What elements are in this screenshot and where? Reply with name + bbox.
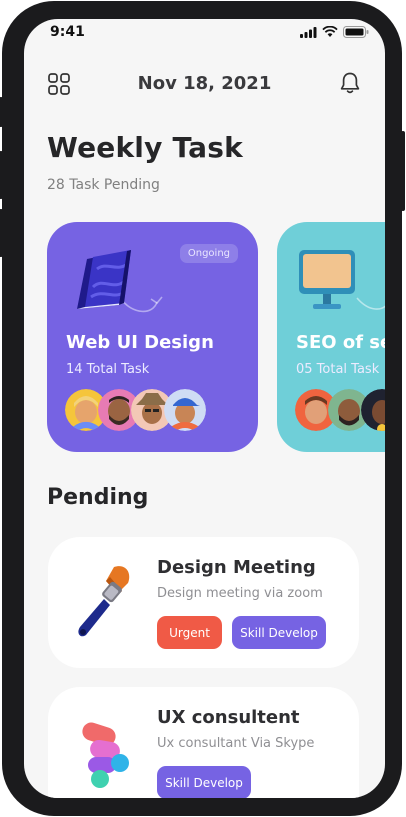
power-button xyxy=(401,131,405,211)
status-bar: 9:41 xyxy=(24,19,385,49)
header: Nov 18, 2021 xyxy=(24,67,385,103)
phone-frame: 9:41 Nov 18, 2021 Weekly Task 28 Task Pe… xyxy=(0,1,405,816)
battery-icon xyxy=(343,26,369,38)
signal-icon xyxy=(300,26,317,38)
page-title: Weekly Task xyxy=(47,131,243,164)
wifi-icon xyxy=(322,26,338,37)
task-title: Design Meeting xyxy=(157,557,316,578)
book-icon xyxy=(77,250,163,313)
tag-skill-develop[interactable]: Skill Develop xyxy=(232,616,326,649)
card-title: SEO of ser xyxy=(296,332,385,353)
monitor-icon xyxy=(299,250,385,310)
volume-down-button xyxy=(0,209,3,257)
app-screen: 9:41 Nov 18, 2021 Weekly Task 28 Task Pe… xyxy=(24,19,385,798)
card-title: Web UI Design xyxy=(66,332,214,353)
task-title: UX consultent xyxy=(157,707,300,728)
page-subtitle: 28 Task Pending xyxy=(47,177,160,193)
header-date: Nov 18, 2021 xyxy=(137,73,272,94)
card-task-count: 05 Total Task xyxy=(296,362,380,377)
paint-brush-icon xyxy=(78,566,130,637)
avatar xyxy=(164,389,206,431)
task-card-seo[interactable]: SEO of ser 05 Total Task xyxy=(277,222,385,452)
pending-task-design-meeting[interactable]: Design Meeting Design meeting via zoom U… xyxy=(48,537,359,668)
section-heading-pending: Pending xyxy=(47,485,149,510)
pending-task-ux-consultent[interactable]: UX consultent Ux consultant Via Skype Sk… xyxy=(48,687,359,798)
tag-skill-develop[interactable]: Skill Develop xyxy=(157,766,251,798)
card-task-count: 14 Total Task xyxy=(66,362,150,377)
task-description: Ux consultant Via Skype xyxy=(157,736,315,751)
mute-switch xyxy=(0,97,3,127)
tag-urgent[interactable]: Urgent xyxy=(157,616,222,649)
status-badge: Ongoing xyxy=(179,244,238,263)
status-time: 9:41 xyxy=(50,24,85,40)
task-card-web-ui-design[interactable]: Ongoing Web UI Design 14 Total Task xyxy=(47,222,258,452)
figma-icon xyxy=(82,722,129,788)
status-icons xyxy=(300,26,369,38)
task-description: Design meeting via zoom xyxy=(157,586,323,601)
volume-up-button xyxy=(0,151,3,199)
bell-icon[interactable] xyxy=(339,71,361,95)
